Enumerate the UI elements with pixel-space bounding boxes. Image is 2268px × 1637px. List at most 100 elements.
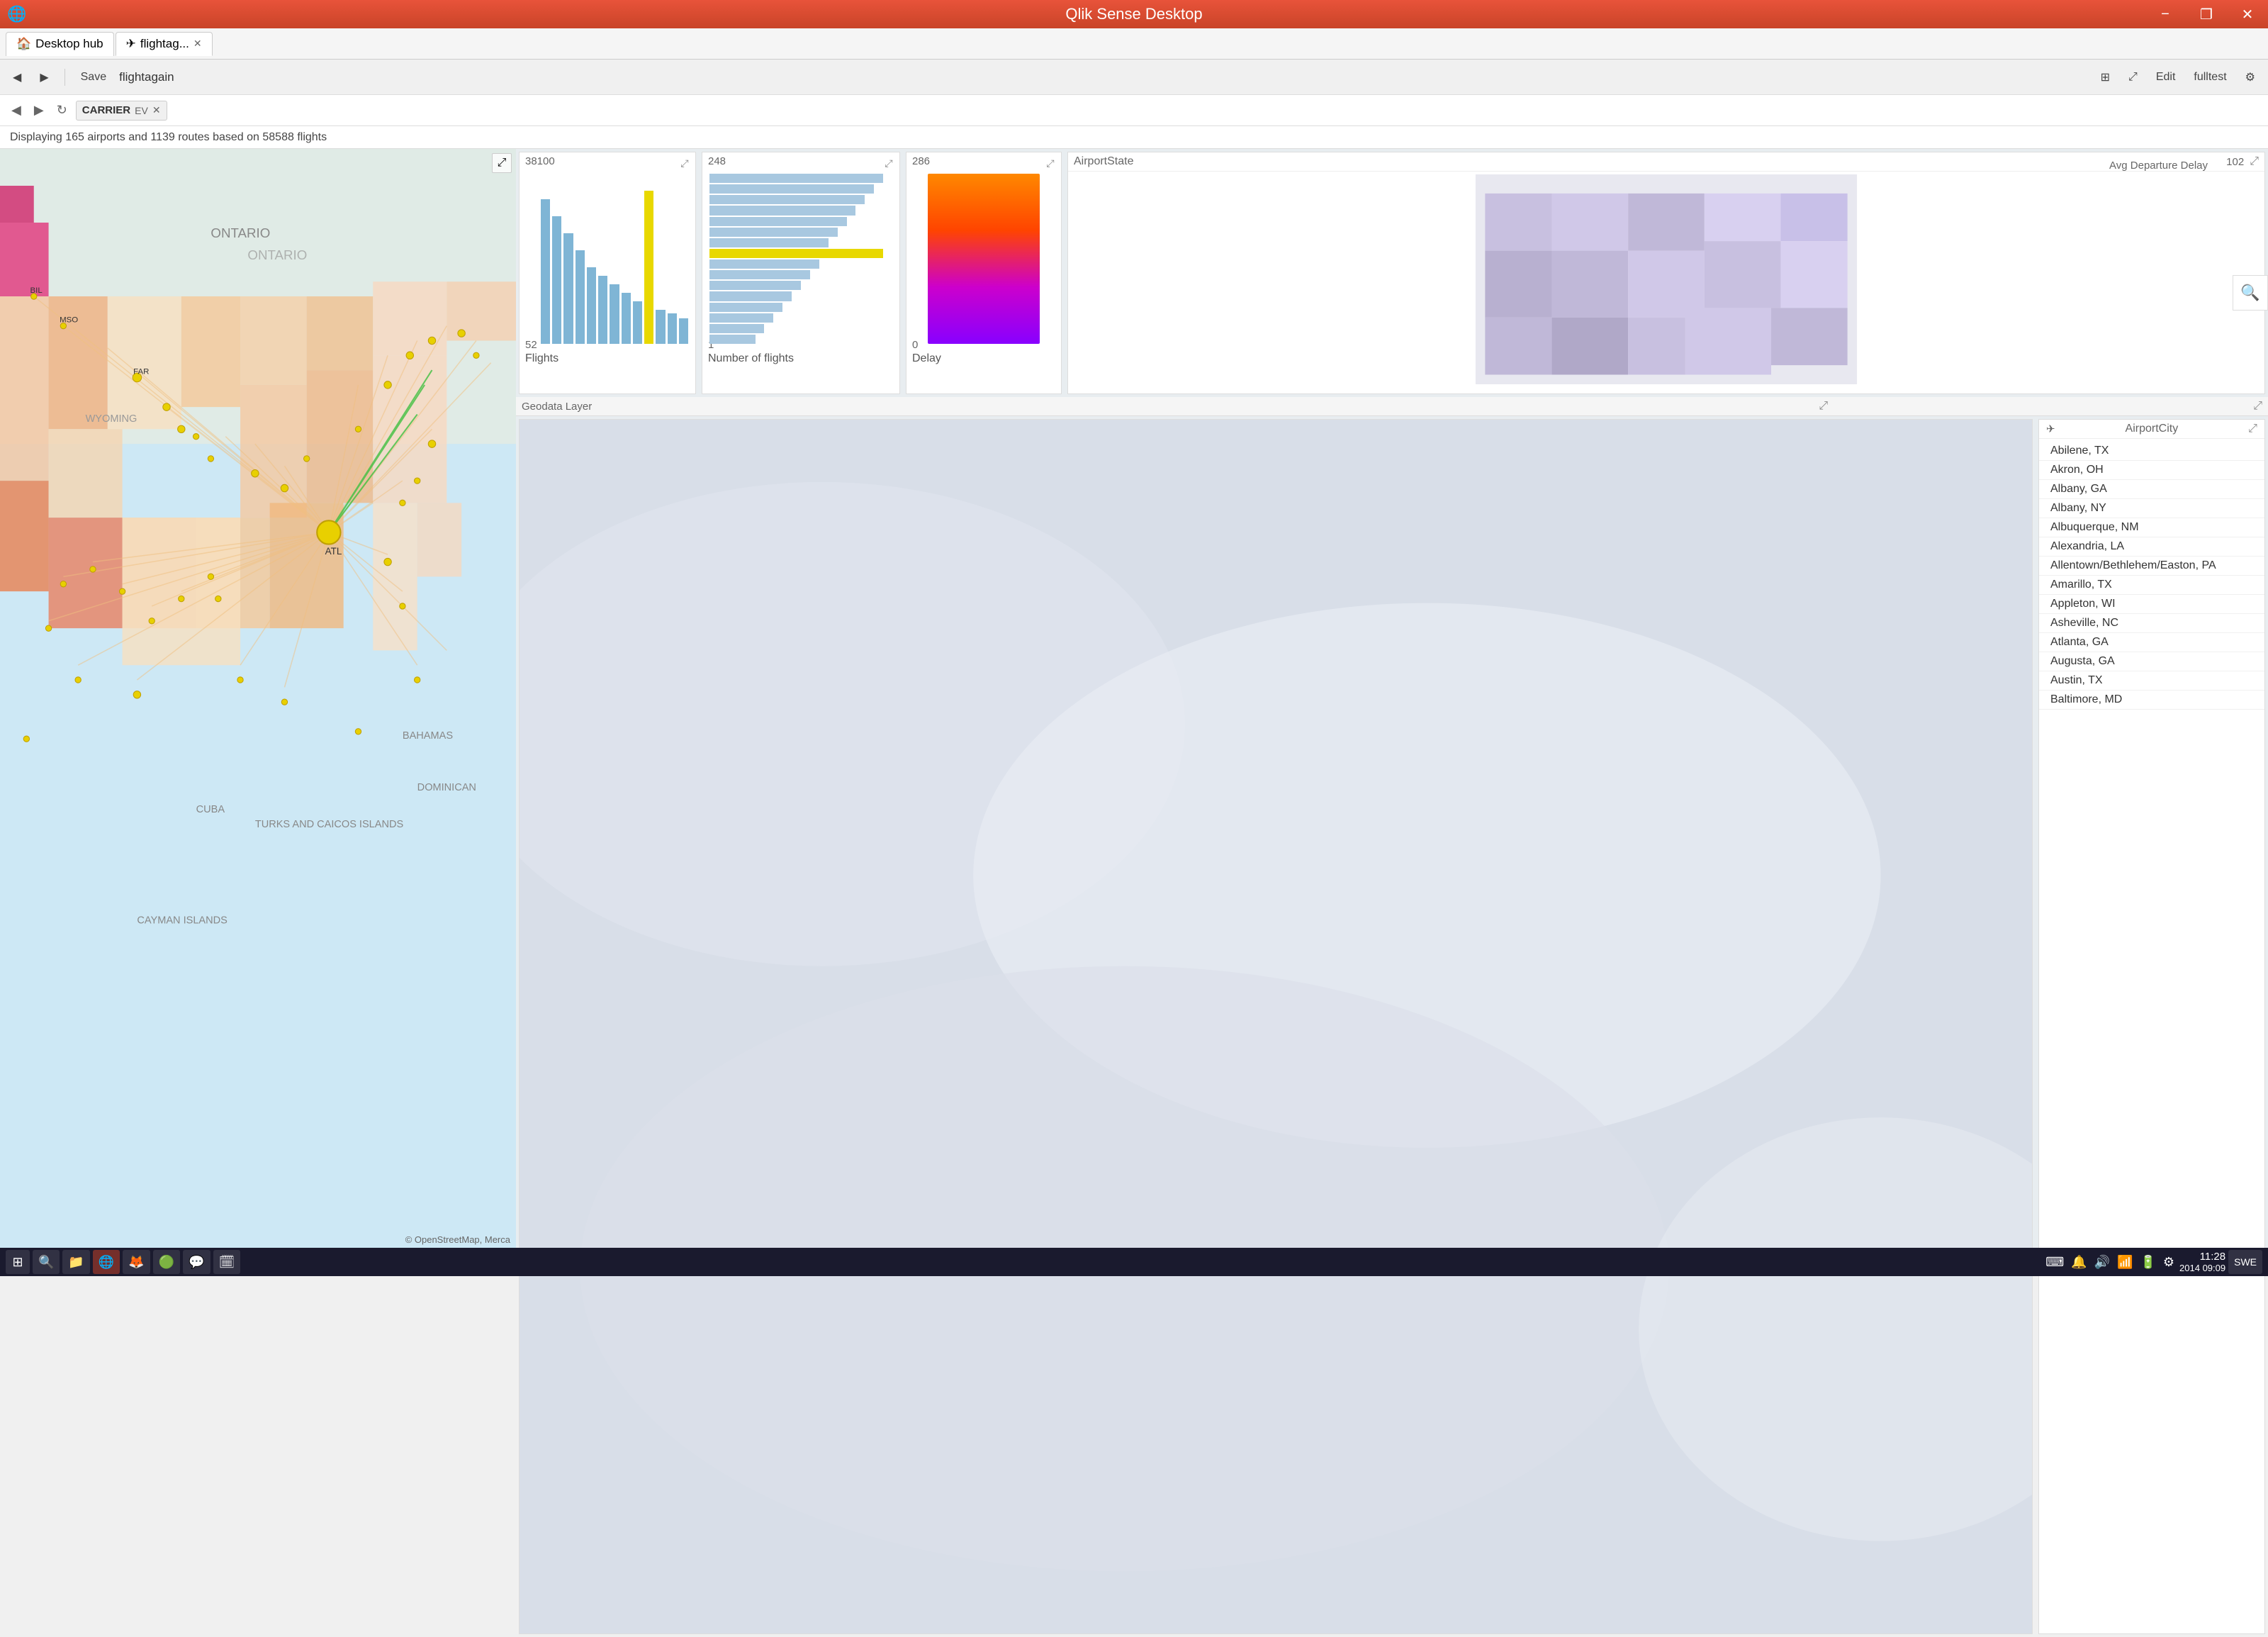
grid-view-button[interactable]: ⊞ — [2095, 67, 2116, 87]
back-button[interactable]: ◀ — [7, 67, 27, 87]
map-svg: BIL MSO FAR ATL ONTARIO WYOMING TURKS AN… — [0, 149, 516, 1248]
delay-expand-button[interactable]: ⤢ — [1043, 155, 1058, 171]
app-name-label: flightagain — [119, 70, 174, 84]
flights-chart-title: Flights — [525, 352, 558, 365]
close-button[interactable]: ✕ — [2227, 0, 2268, 28]
bottom-map-left-svg — [520, 420, 2032, 1633]
list-item[interactable]: Austin, TX — [2039, 671, 2264, 691]
taskbar-app-chrome[interactable]: 🟢 — [153, 1250, 180, 1274]
filter-forward-button[interactable]: ▶ — [30, 101, 48, 119]
list-item[interactable]: Albany, NY — [2039, 499, 2264, 518]
delay-chart-title: Delay — [912, 352, 941, 365]
airport-city-panel: ✈ AirportCity ⤢ Abilene, TX Akron, OH Al… — [2038, 419, 2265, 1634]
tab-flightag[interactable]: ✈ flightag... ✕ — [116, 32, 213, 56]
delay-chart-panel: 286 0 Delay ⤢ — [906, 152, 1062, 394]
taskbar-app-qlik[interactable]: 🌐 — [93, 1250, 120, 1274]
list-item[interactable]: Akron, OH — [2039, 461, 2264, 480]
filter-back-button[interactable]: ◀ — [7, 101, 26, 119]
list-item[interactable]: Abilene, TX — [2039, 442, 2264, 461]
airport-state-header: AirportState 102 ⤢ — [1068, 152, 2264, 172]
nf-bar-8 — [709, 259, 819, 269]
svg-text:BAHAMAS: BAHAMAS — [403, 730, 453, 742]
airport-city-icon: ✈ — [2046, 423, 2055, 435]
num-flights-max-label: 248 — [708, 155, 726, 167]
clock-date: 2014 09:09 — [2179, 1263, 2225, 1273]
forward-button[interactable]: ▶ — [34, 67, 54, 87]
airport-city-list: Abilene, TX Akron, OH Albany, GA Albany,… — [2039, 439, 2264, 1624]
restore-button[interactable]: ❐ — [2186, 0, 2227, 28]
flights-chart-panel: 38100 52 Flights ⤢ — [519, 152, 696, 394]
list-item[interactable]: Albany, GA — [2039, 480, 2264, 499]
airport-state-chart-panel: AirportState 102 ⤢ — [1067, 152, 2265, 394]
minimize-button[interactable]: − — [2145, 0, 2186, 28]
bottom-charts-row: ✈ AirportCity ⤢ Abilene, TX Akron, OH Al… — [516, 416, 2268, 1637]
airport-state-expand-button[interactable]: ⤢ — [2250, 155, 2259, 168]
save-button[interactable]: Save — [75, 68, 112, 86]
map-credit: © OpenStreetMap, Merca — [405, 1234, 510, 1245]
flights-expand-button[interactable]: ⤢ — [677, 155, 692, 171]
fullscreen-button[interactable]: ⤢ — [2123, 68, 2143, 86]
list-item[interactable]: Baltimore, MD — [2039, 691, 2264, 710]
filter-bar: ◀ ▶ ↻ CARRIER EV ✕ — [0, 95, 2268, 126]
taskbar-app-2[interactable]: 📁 — [62, 1250, 89, 1274]
nf-bar-1 — [709, 174, 883, 183]
svg-text:ATL: ATL — [325, 546, 342, 557]
flights-bar-7 — [610, 284, 619, 344]
geodata-divider: Geodata Layer ⤢ ⤢ — [516, 397, 2268, 416]
taskbar-app-browser[interactable]: 🦊 — [123, 1250, 150, 1274]
edit-button[interactable]: Edit — [2150, 68, 2182, 86]
bottom-map-left — [519, 419, 2033, 1634]
taskbar: ⊞ 🔍 📁 🌐 🦊 🟢 💬 🗓 ⌨ 🔔 🔊 📶 🔋 ⚙ 11:28 2014 0… — [0, 1248, 2268, 1276]
language-indicator[interactable]: SWE — [2228, 1250, 2262, 1274]
title-bar: 🌐 Qlik Sense Desktop − ❐ ✕ — [0, 0, 2268, 28]
carrier-filter-close[interactable]: ✕ — [152, 104, 161, 116]
flights-bar-4 — [576, 250, 585, 344]
network-icon: 📶 — [2115, 1255, 2135, 1270]
geodata-expand-right[interactable]: ⤢ — [2253, 400, 2262, 413]
flights-bar-1 — [541, 199, 550, 344]
carrier-filter-value: EV — [135, 105, 148, 116]
list-item[interactable]: Asheville, NC — [2039, 614, 2264, 633]
hub-tab-label: Desktop hub — [35, 37, 103, 51]
flights-bar-5 — [587, 267, 596, 344]
nf-bar-7 — [709, 238, 829, 247]
taskbar-app-1[interactable]: 🔍 — [33, 1250, 60, 1274]
hub-icon: 🏠 — [16, 37, 31, 51]
svg-text:ONTARIO: ONTARIO — [247, 247, 307, 262]
nf-bar-6 — [709, 228, 838, 237]
nf-bar-12 — [709, 303, 782, 312]
flights-bar-3 — [563, 233, 573, 344]
flights-bar-8 — [622, 293, 631, 344]
nf-bar-11 — [709, 291, 792, 301]
settings-icon[interactable]: ⚙ — [2240, 67, 2261, 87]
list-item[interactable]: Alexandria, LA — [2039, 537, 2264, 557]
airport-state-max: 102 — [2226, 156, 2244, 168]
list-item[interactable]: Albuquerque, NM — [2039, 518, 2264, 537]
list-item[interactable]: Appleton, WI — [2039, 595, 2264, 614]
taskbar-app-skype[interactable]: 💬 — [183, 1250, 210, 1274]
list-item[interactable]: Amarillo, TX — [2039, 576, 2264, 595]
search-button[interactable]: 🔍 — [2233, 275, 2268, 311]
flights-bar-12 — [679, 318, 688, 344]
nf-bar-3 — [709, 195, 865, 204]
list-item[interactable]: Atlanta, GA — [2039, 633, 2264, 652]
list-item[interactable]: Allentown/Bethlehem/Easton, PA — [2039, 557, 2264, 576]
fulltest-label[interactable]: fulltest — [2188, 68, 2232, 86]
start-button[interactable]: ⊞ — [6, 1250, 30, 1274]
map-expand-button[interactable]: ⤢ — [492, 153, 512, 173]
settings-tray-icon: ⚙ — [2161, 1255, 2177, 1270]
svg-text:TURKS AND CAICOS ISLANDS: TURKS AND CAICOS ISLANDS — [255, 819, 404, 830]
list-item[interactable]: Augusta, GA — [2039, 652, 2264, 671]
tab-desktop-hub[interactable]: 🏠 Desktop hub — [6, 32, 114, 56]
airport-city-expand-button[interactable]: ⤢ — [2248, 423, 2257, 435]
taskbar-app-extra[interactable]: 🗓 — [213, 1250, 241, 1274]
carrier-filter-chip[interactable]: CARRIER EV ✕ — [76, 101, 167, 121]
geodata-expand-left[interactable]: ⤢ — [1819, 400, 1828, 413]
right-panels: 38100 52 Flights ⤢ — [516, 149, 2268, 1248]
filter-refresh-button[interactable]: ↻ — [52, 101, 72, 119]
num-flights-expand-button[interactable]: ⤢ — [881, 155, 897, 171]
geodata-label: Geodata Layer — [522, 401, 592, 413]
tab-close-icon[interactable]: ✕ — [193, 38, 202, 50]
flights-bar-6 — [598, 276, 607, 344]
carrier-filter-label: CARRIER — [82, 104, 130, 116]
